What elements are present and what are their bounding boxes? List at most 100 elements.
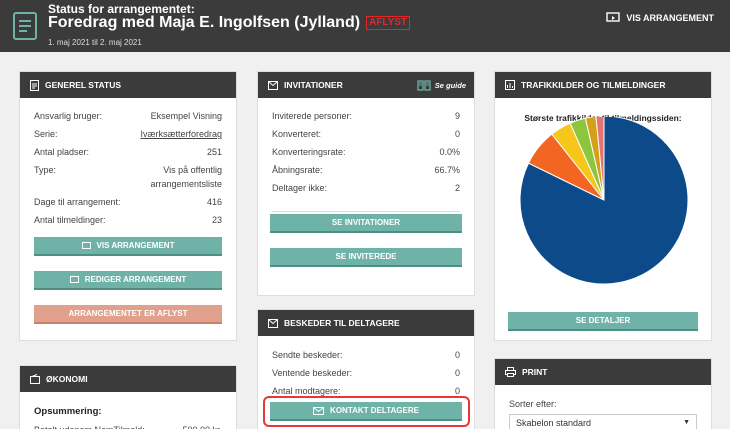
invitations-title: INVITATIONER <box>284 80 343 90</box>
event-title: Foredrag med Maja E. Ingolfsen (Jylland) <box>48 14 361 31</box>
row-label: Antal pladser: <box>34 147 90 157</box>
row-responsible-user: Ansvarlig bruger: Eksempel Visning <box>34 107 222 125</box>
messages-rows: Sendte beskeder: 0 Ventende beskeder: 0 An… <box>258 336 474 400</box>
economy-row: Betalt udenom NemTilmeld: 500,00 kr. <box>34 421 222 429</box>
row-open-rate: Åbningsrate: 66.7% <box>272 161 460 179</box>
se-guide-link[interactable]: Se guide <box>417 79 466 91</box>
general-status-rows: Ansvarlig bruger: Eksempel Visning Serie:… <box>20 98 236 229</box>
messages-header: BESKEDER TIL DELTAGERE <box>258 310 474 336</box>
economy-panel: ØKONOMI Opsummering: Betalt udenom NemTi… <box>19 365 237 429</box>
invitations-rows: Inviterede personer: 9 Konverteret: 0 Konv… <box>258 98 474 197</box>
row-series: Serie: Iværksætterforedrag <box>34 125 222 143</box>
screen-icon <box>81 242 91 249</box>
edit-icon <box>69 276 79 283</box>
page-title: Foredrag med Maja E. Ingolfsen (Jylland)… <box>48 14 411 32</box>
se-detaljer-label: SE DETALJER <box>575 316 631 325</box>
row-registrations: Antal tilmeldinger: 23 <box>34 211 222 229</box>
row-label: Serie: <box>34 129 58 139</box>
row-label: Sendte beskeder: <box>272 350 343 360</box>
vis-arrangement-button[interactable]: VIS ARRANGEMENT <box>34 237 222 256</box>
envelope-icon <box>268 80 278 90</box>
print-title: PRINT <box>522 367 548 377</box>
row-label: Deltager ikke: <box>272 183 328 193</box>
wallet-icon <box>30 374 40 384</box>
economy-summary-heading: Opsummering: <box>34 406 102 417</box>
invitations-header: INVITATIONER Se guide <box>258 72 474 98</box>
row-value: 0 <box>454 350 460 360</box>
chart-icon <box>505 80 515 90</box>
se-invitationer-button[interactable]: SE INVITATIONER <box>270 214 462 233</box>
vis-arrangement-top-button[interactable]: VIS ARRANGEMENT <box>606 12 714 23</box>
envelope-icon <box>268 318 278 328</box>
vis-arrangement-top-label: VIS ARRANGEMENT <box>626 12 714 23</box>
se-inviterede-label: SE INVITEREDE <box>335 252 397 261</box>
row-seats: Antal pladser: 251 <box>34 143 222 161</box>
row-conversion-rate: Konverteringsrate: 0.0% <box>272 143 460 161</box>
row-label: Betalt udenom NemTilmeld: <box>34 421 145 429</box>
kontakt-deltagere-button[interactable]: KONTAKT DELTAGERE <box>270 402 462 421</box>
row-value: 416 <box>206 197 222 207</box>
economy-header: ØKONOMI <box>20 366 236 392</box>
general-status-header: GENEREL STATUS <box>20 72 236 98</box>
se-invitationer-label: SE INVITATIONER <box>331 218 401 227</box>
traffic-panel: TRAFIKKILDER OG TILMELDINGER Største tra… <box>494 71 712 341</box>
se-detaljer-button[interactable]: SE DETALJER <box>508 312 698 331</box>
sort-select[interactable]: Skabelon standard ▼ <box>509 414 697 429</box>
row-label: Konverteringsrate: <box>272 147 346 157</box>
traffic-title: TRAFIKKILDER OG TILMELDINGER <box>521 80 666 90</box>
traffic-header: TRAFIKKILDER OG TILMELDINGER <box>495 72 711 98</box>
row-not-attending: Deltager ikke: 2 <box>272 179 460 197</box>
general-status-panel: GENEREL STATUS Ansvarlig bruger: Eksempel… <box>19 71 237 341</box>
row-value: 23 <box>211 215 222 225</box>
row-pending: Ventende beskeder: 0 <box>272 364 460 382</box>
cancelled-status-button[interactable]: ARRANGEMENTET ER AFLYST <box>34 305 222 324</box>
series-link[interactable]: Iværksætterforedrag <box>140 125 222 143</box>
printer-icon <box>505 367 516 377</box>
row-value: Eksempel Visning <box>150 111 222 121</box>
sort-label: Sorter efter: <box>509 399 557 409</box>
invitations-buttons: SE INVITATIONER SE INVITEREDE <box>270 214 462 267</box>
row-type: Type: Vis på offentlig arrangementsliste <box>34 161 222 193</box>
divider <box>272 211 460 212</box>
book-icon <box>417 79 431 91</box>
row-label: Inviterede personer: <box>272 111 353 121</box>
row-label: Antal tilmeldinger: <box>34 215 106 225</box>
vis-arrangement-label: VIS ARRANGEMENT <box>96 241 175 250</box>
top-bar: Status for arrangementet: Foredrag med M… <box>0 0 730 52</box>
messages-title: BESKEDER TIL DELTAGERE <box>284 318 400 328</box>
row-value: 2 <box>454 183 460 193</box>
print-panel: PRINT Sorter efter: Skabelon standard ▼ <box>494 358 712 429</box>
print-body: Sorter efter: Skabelon standard ▼ <box>495 385 711 429</box>
cancelled-badge: AFLYST <box>366 16 411 30</box>
sort-select-value: Skabelon standard <box>516 417 592 428</box>
row-value: 0.0% <box>439 147 460 157</box>
cancelled-status-label: ARRANGEMENTET ER AFLYST <box>68 309 188 318</box>
chevron-down-icon: ▼ <box>683 419 690 426</box>
rediger-arrangement-label: REDIGER ARRANGEMENT <box>84 275 187 284</box>
kontakt-deltagere-label: KONTAKT DELTAGERE <box>330 406 419 415</box>
rediger-arrangement-button[interactable]: REDIGER ARRANGEMENT <box>34 271 222 290</box>
row-value: 66.7% <box>434 165 460 175</box>
document-icon <box>13 12 37 40</box>
document-icon <box>30 79 39 91</box>
economy-rows: Opsummering: Betalt udenom NemTilmeld: 50… <box>20 392 236 429</box>
row-value: 500,00 kr. <box>182 421 222 429</box>
event-dates: 1. maj 2021 til 2. maj 2021 <box>48 38 142 47</box>
print-header: PRINT <box>495 359 711 385</box>
screen-icon <box>606 12 621 22</box>
invitations-panel: INVITATIONER Se guide Inviterede persone… <box>257 71 475 296</box>
row-sent: Sendte beskeder: 0 <box>272 346 460 364</box>
row-label: Ventende beskeder: <box>272 368 353 378</box>
row-label: Type: <box>34 165 57 175</box>
row-invited: Inviterede personer: 9 <box>272 107 460 125</box>
se-inviterede-button[interactable]: SE INVITEREDE <box>270 248 462 267</box>
row-value: Vis på offentlig arrangementsliste <box>150 165 222 189</box>
economy-title: ØKONOMI <box>46 374 88 384</box>
row-converted: Konverteret: 0 <box>272 125 460 143</box>
row-label: Ansvarlig bruger: <box>34 111 103 121</box>
row-value: 0 <box>454 368 460 378</box>
row-value: 251 <box>206 147 222 157</box>
row-label: Åbningsrate: <box>272 165 323 175</box>
traffic-pie-chart <box>519 117 689 285</box>
general-buttons: VIS ARRANGEMENT REDIGER ARRANGEMENT ARRA… <box>34 237 222 324</box>
